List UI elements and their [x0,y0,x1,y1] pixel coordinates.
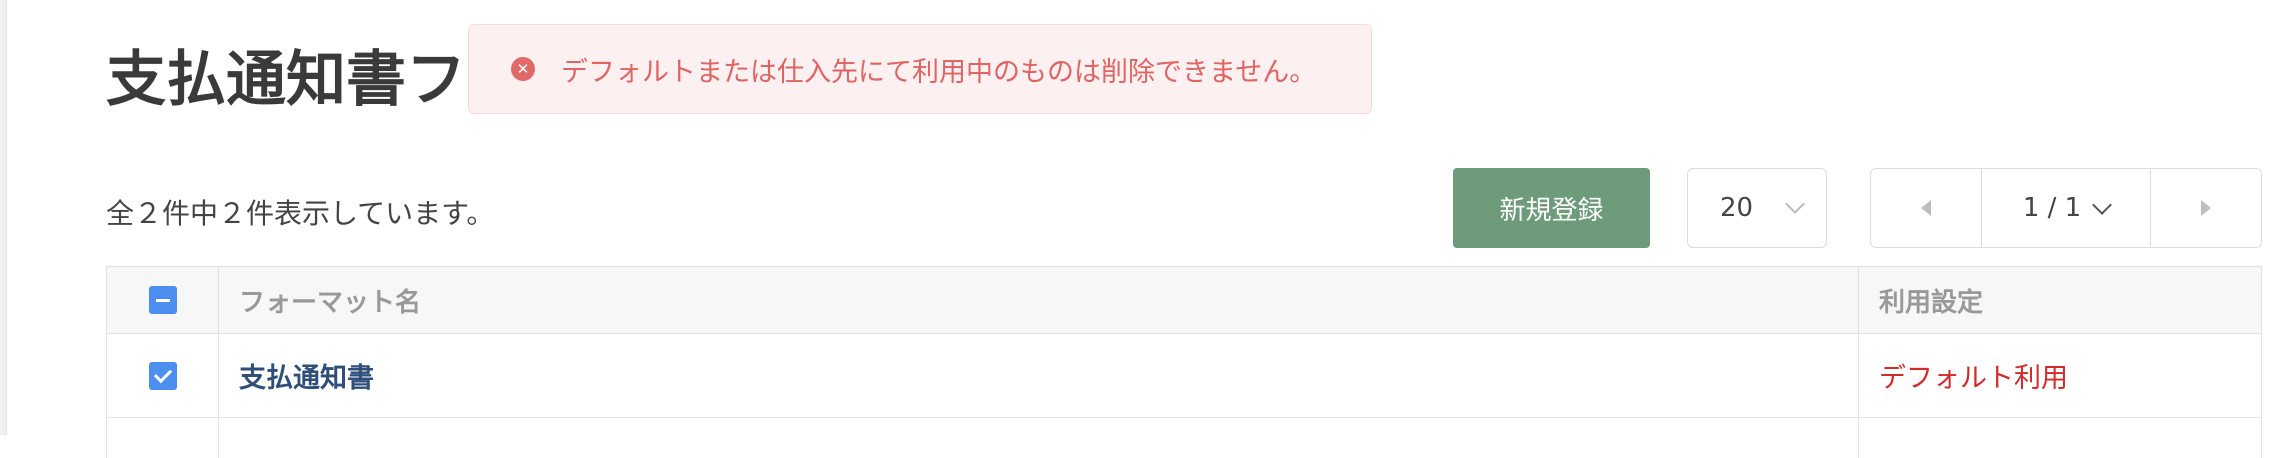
toast-message: デフォルトまたは仕入先にて利用中のものは削除できません。 [561,56,1317,88]
per-page-select[interactable]: 20 [1687,168,1827,248]
row-check-cell [107,334,219,417]
format-name-cell: 支払通知書 [219,334,1859,417]
header-check-cell [107,267,219,333]
table-row: 支払通知書 デフォルト利用 [106,334,2262,418]
next-page-button[interactable] [2151,169,2261,247]
row-checkbox[interactable] [148,361,177,390]
per-page-value: 20 [1720,193,1754,223]
new-registration-button[interactable]: 新規登録 [1453,168,1650,248]
left-border [0,0,7,435]
table-header: フォーマット名 利用設定 [106,266,2262,334]
usage-cell: デフォルト利用 [1859,334,2261,417]
format-name-link[interactable]: 支払通知書 [239,356,374,395]
prev-page-button[interactable] [1871,169,1981,247]
usage-status: デフォルト利用 [1879,363,2068,394]
pagination: 1 / 1 [1870,168,2262,248]
usage-cell [1859,418,2261,458]
column-header-format-name[interactable]: フォーマット名 [219,267,1859,333]
checkmark-icon [153,364,172,383]
format-name-cell [219,418,1859,458]
result-count: 全２件中２件表示しています。 [106,197,495,230]
error-circle-icon: ✕ [511,57,535,81]
table-row [106,418,2262,458]
page-select[interactable]: 1 / 1 [1981,169,2151,247]
error-toast: ✕ デフォルトまたは仕入先にて利用中のものは削除できません。 [468,24,1372,114]
row-check-cell [107,418,219,458]
select-all-checkbox[interactable] [148,286,177,314]
minus-icon [155,298,170,302]
caret-right-icon [2201,200,2211,216]
chevron-down-icon [2092,195,2113,215]
chevron-down-icon [1785,194,1805,214]
column-header-usage[interactable]: 利用設定 [1859,267,2261,333]
caret-left-icon [1921,200,1931,216]
page-indicator: 1 / 1 [2022,193,2082,223]
format-table: フォーマット名 利用設定 支払通知書 デフォルト利用 [106,266,2262,458]
page-title: 支払通知書フ [106,45,466,115]
